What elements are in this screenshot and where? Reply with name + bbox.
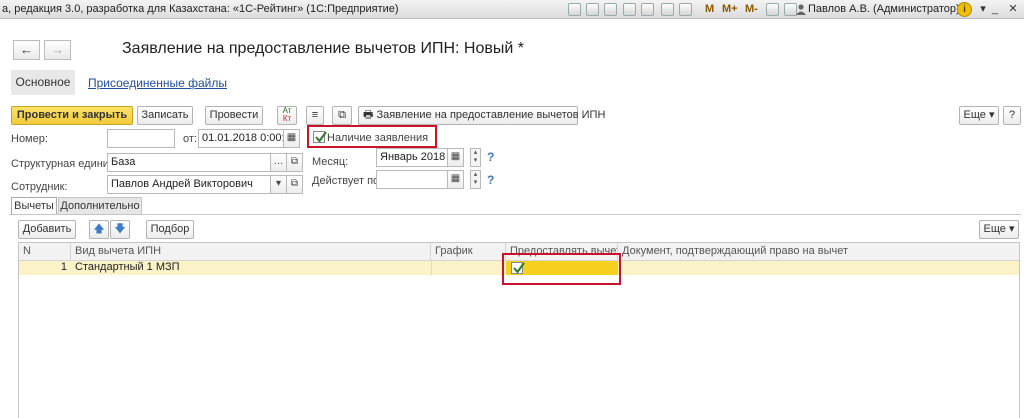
forward-button[interactable]: →	[44, 40, 71, 60]
cell-n[interactable]: 1	[19, 261, 71, 275]
memo-button-m-minus[interactable]: M-	[745, 3, 758, 15]
more-button[interactable]: Еще ▾	[959, 106, 999, 125]
calculator-icon[interactable]	[661, 3, 674, 16]
cell-schedule[interactable]	[431, 261, 506, 275]
unit-select-button[interactable]: …	[270, 153, 287, 172]
tab-attached-files[interactable]: Присоединенные файлы	[88, 76, 227, 90]
employee-label: Сотрудник:	[11, 181, 68, 193]
printer-icon: 🖶	[363, 109, 374, 121]
window-title-bar: а, редакция 3.0, разработка для Казахста…	[0, 0, 1024, 19]
month-label: Месяц:	[312, 156, 349, 168]
minimize-icon[interactable]: _	[986, 2, 1004, 17]
print-icon[interactable]	[586, 3, 599, 16]
list-icon[interactable]: ≡	[306, 106, 324, 125]
cell-kind[interactable]: Стандартный 1 МЗП	[71, 261, 431, 275]
employee-open-icon[interactable]: ⧉	[286, 175, 303, 194]
number-field[interactable]	[107, 129, 175, 148]
related-documents-icon[interactable]: ⧉	[332, 106, 352, 125]
valid-until-label: Действует по:	[312, 175, 383, 187]
current-user[interactable]: Павлов А.В. (Администратор)	[808, 3, 960, 15]
more-label: Еще	[963, 109, 986, 121]
column-header-schedule[interactable]: График	[431, 243, 506, 261]
valid-until-help-icon[interactable]: ?	[487, 173, 494, 187]
calendar-icon[interactable]: ▦	[283, 129, 300, 148]
history-icon[interactable]	[641, 3, 654, 16]
save-icon[interactable]	[568, 3, 581, 16]
help-button[interactable]: ?	[1003, 106, 1021, 125]
memo-button-m-plus[interactable]: M+	[722, 3, 738, 15]
print-statement-label: Заявление на предоставление вычетов ИПН	[376, 109, 606, 121]
memo-button-m[interactable]: M	[705, 3, 714, 15]
date-label: от:	[183, 133, 197, 145]
tab-additional[interactable]: Дополнительно	[58, 197, 142, 215]
valid-until-spinner[interactable]: ▴ ▾	[470, 170, 481, 189]
preview-icon[interactable]	[604, 3, 617, 16]
add-row-button[interactable]: Добавить	[18, 220, 76, 239]
report-structure-icon[interactable]: Ат Кт	[277, 106, 297, 125]
month-field[interactable]: Январь 2018	[376, 148, 448, 167]
tabs-divider	[9, 214, 1021, 215]
unit-open-icon[interactable]: ⧉	[286, 153, 303, 172]
post-and-close-button[interactable]: Провести и закрыть	[11, 106, 133, 125]
move-up-icon[interactable]: 🡅	[89, 220, 109, 239]
column-header-document[interactable]: Документ, подтверждающий право на вычет	[618, 243, 1019, 261]
employee-field[interactable]: Павлов Андрей Викторович	[107, 175, 271, 194]
bookmark-icon[interactable]	[623, 3, 636, 16]
select-button[interactable]: Подбор	[146, 220, 194, 239]
column-header-n[interactable]: N	[19, 243, 71, 261]
tab-main[interactable]: Основное	[11, 70, 75, 95]
highlight-box-provide	[502, 253, 621, 285]
valid-until-calendar-icon[interactable]: ▦	[447, 170, 464, 189]
zoom-icon[interactable]	[766, 3, 779, 16]
cell-document[interactable]	[618, 261, 1019, 275]
save-button[interactable]: Записать	[137, 106, 193, 125]
post-button[interactable]: Провести	[205, 106, 263, 125]
table-more-label: Еще	[983, 223, 1006, 235]
print-statement-button[interactable]: 🖶 Заявление на предоставление вычетов ИП…	[358, 106, 605, 125]
close-icon[interactable]: ✕	[1004, 2, 1022, 17]
info-icon[interactable]: i	[957, 2, 972, 17]
number-label: Номер:	[11, 133, 48, 145]
date-field[interactable]: 01.01.2018 0:00:00	[198, 129, 284, 148]
employee-dropdown-icon[interactable]: ▾	[270, 175, 287, 194]
back-button[interactable]: ←	[13, 40, 40, 60]
month-spinner[interactable]: ▴ ▾	[470, 148, 481, 167]
user-icon	[796, 4, 806, 15]
table-more-button[interactable]: Еще ▾	[979, 220, 1019, 239]
window-title: а, редакция 3.0, разработка для Казахста…	[2, 3, 399, 15]
page-title: Заявление на предоставление вычетов ИПН:…	[122, 40, 524, 57]
column-header-kind[interactable]: Вид вычета ИПН	[71, 243, 431, 261]
tab-deductions[interactable]: Вычеты	[11, 197, 57, 215]
month-calendar-icon[interactable]: ▦	[447, 148, 464, 167]
calendar-icon[interactable]	[679, 3, 692, 16]
month-help-icon[interactable]: ?	[487, 150, 494, 164]
move-down-icon[interactable]: 🡇	[110, 220, 130, 239]
unit-field[interactable]: База	[107, 153, 271, 172]
highlight-box-statement	[307, 125, 437, 148]
valid-until-field[interactable]	[376, 170, 448, 189]
